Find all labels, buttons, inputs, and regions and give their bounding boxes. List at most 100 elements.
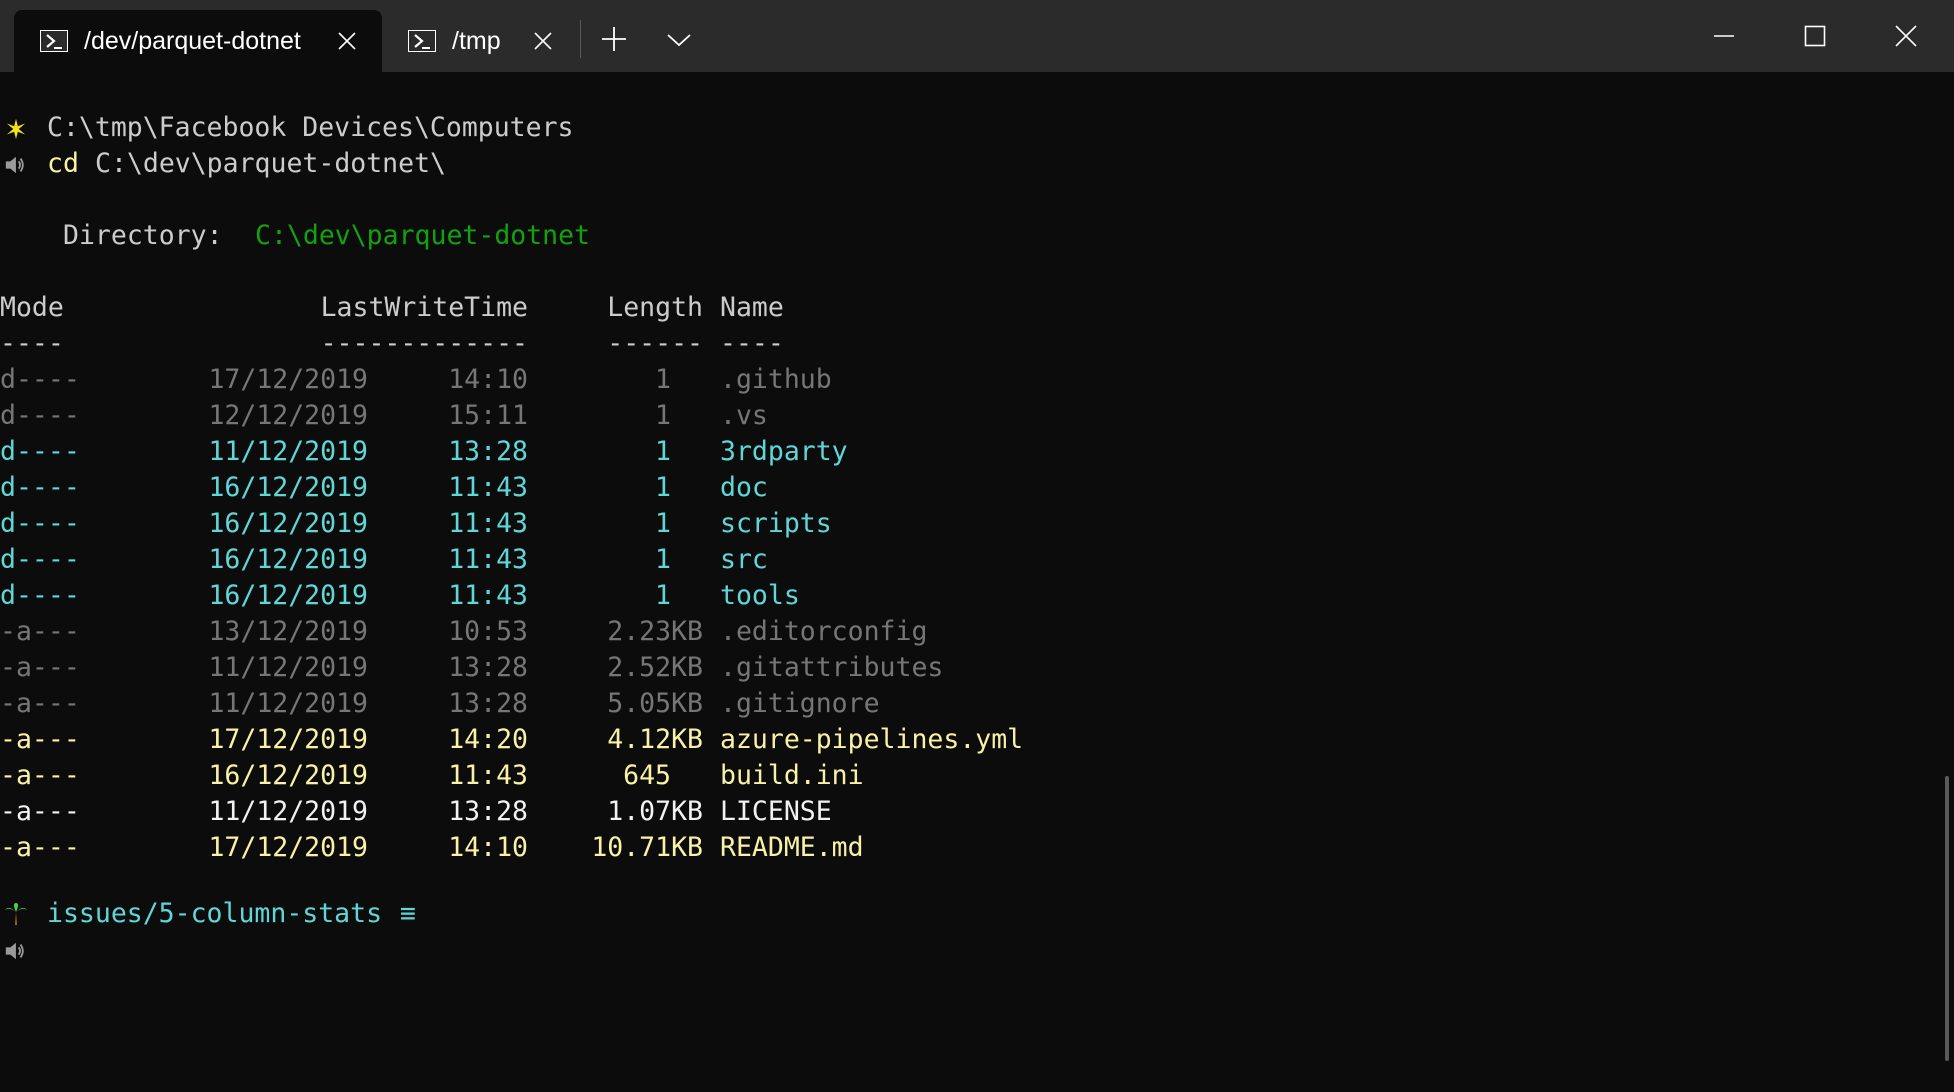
header-mode: Mode [0,292,64,323]
new-tab-plus-icon[interactable] [601,26,627,52]
row-date: 17/12/2019 [208,724,368,755]
row-time: 11:43 [448,472,528,503]
row-name: scripts [720,508,832,539]
row-length: 1 [655,364,671,395]
listing-underline: ---- ------------- ------ ---- [0,326,784,362]
row-date: 11/12/2019 [208,796,368,827]
row-name: README.md [720,832,864,863]
row-length: 10.71KB [591,832,703,863]
row-length: 1 [655,400,671,431]
row-time: 11:43 [448,760,528,791]
row-length: 1.07KB [607,796,703,827]
tab-parquet-dotnet[interactable]: /dev/parquet-dotnet [14,10,382,72]
row-length: 1 [655,580,671,611]
row-name: doc [720,472,768,503]
row-mode: -a--- [0,760,80,791]
row-mode: d---- [0,436,80,467]
header-length: Length [607,292,703,323]
row-date: 16/12/2019 [208,580,368,611]
listing-header: Mode LastWriteTime Length Name [0,290,784,326]
scrollbar-thumb[interactable] [1945,776,1949,1061]
row-date: 11/12/2019 [208,652,368,683]
terminal-output[interactable]: C:\tmp\Facebook Devices\Computers cd C:\… [0,72,1954,1092]
maximize-button[interactable] [1771,0,1859,72]
row-length: 1 [655,544,671,575]
speaker-icon [5,156,24,174]
row-mode: d---- [0,508,80,539]
underline-name: ---- [720,328,784,359]
row-length: 645 [623,760,671,791]
close-window-button[interactable] [1862,0,1950,72]
row-date: 11/12/2019 [208,436,368,467]
row-length: 1 [655,472,671,503]
header-name: Name [720,292,784,323]
minimize-button[interactable] [1680,0,1768,72]
git-branch: issues/5-column-stats [47,898,383,929]
directory-path: C:\dev\parquet-dotnet [255,220,591,251]
row-date: 17/12/2019 [208,364,368,395]
close-tab-icon[interactable] [336,30,358,52]
row-name: tools [720,580,800,611]
row-date: 12/12/2019 [208,400,368,431]
close-icon [1895,25,1917,47]
maximize-icon [1804,25,1826,47]
row-time: 13:28 [448,688,528,719]
tab-tmp[interactable]: /tmp [382,10,580,72]
row-mode: -a--- [0,724,80,755]
command-line: cd C:\dev\parquet-dotnet\ [0,146,446,182]
title-bar: /dev/parquet-dotnet /tmp [0,0,1954,72]
palm-tree-icon [5,903,27,925]
close-tab-icon[interactable] [532,30,554,52]
row-time: 10:53 [448,616,528,647]
row-length: 1 [655,436,671,467]
row-name: azure-pipelines.yml [720,724,1024,755]
directory-label: Directory: [63,220,223,251]
command-name: cd [47,148,79,179]
input-line[interactable] [0,932,64,968]
row-length: 2.23KB [607,616,703,647]
row-name: .gitignore [720,688,880,719]
row-name: .editorconfig [720,616,928,647]
row-length: 2.52KB [607,652,703,683]
row-name: 3rdparty [720,436,848,467]
row-mode: -a--- [0,796,80,827]
row-name: .github [720,364,832,395]
underline-lastwritetime: ------------- [320,328,528,359]
row-time: 14:10 [448,364,528,395]
git-prompt-line: issues/5-column-stats ≡ [0,896,416,932]
row-date: 16/12/2019 [208,472,368,503]
header-lastwritetime: LastWriteTime [320,292,528,323]
git-status-icon: ≡ [400,898,416,929]
row-mode: d---- [0,580,80,611]
powershell-icon [40,30,68,52]
command-argument: C:\dev\parquet-dotnet\ [95,148,446,179]
directory-line: Directory: C:\dev\parquet-dotnet [0,218,590,254]
row-date: 11/12/2019 [208,688,368,719]
underline-length: ------ [607,328,703,359]
row-time: 11:43 [448,544,528,575]
row-date: 13/12/2019 [208,616,368,647]
row-mode: d---- [0,400,80,431]
tab-label: /dev/parquet-dotnet [84,26,301,55]
row-time: 15:11 [448,400,528,431]
chevron-down-icon[interactable] [666,32,692,48]
minimize-icon [1714,35,1734,37]
row-date: 17/12/2019 [208,832,368,863]
tab-divider [580,20,581,58]
row-name: .gitattributes [720,652,944,683]
row-name: build.ini [720,760,864,791]
current-path: C:\tmp\Facebook Devices\Computers [47,112,574,143]
tab-label: /tmp [452,26,501,55]
row-time: 13:28 [448,436,528,467]
speaker-icon [5,942,24,960]
row-time: 13:28 [448,796,528,827]
row-date: 16/12/2019 [208,544,368,575]
row-date: 16/12/2019 [208,760,368,791]
row-date: 16/12/2019 [208,508,368,539]
sun-icon [6,118,26,140]
row-name: LICENSE [720,796,832,827]
row-time: 14:10 [448,832,528,863]
row-length: 5.05KB [607,688,703,719]
row-mode: d---- [0,364,80,395]
row-time: 11:43 [448,508,528,539]
